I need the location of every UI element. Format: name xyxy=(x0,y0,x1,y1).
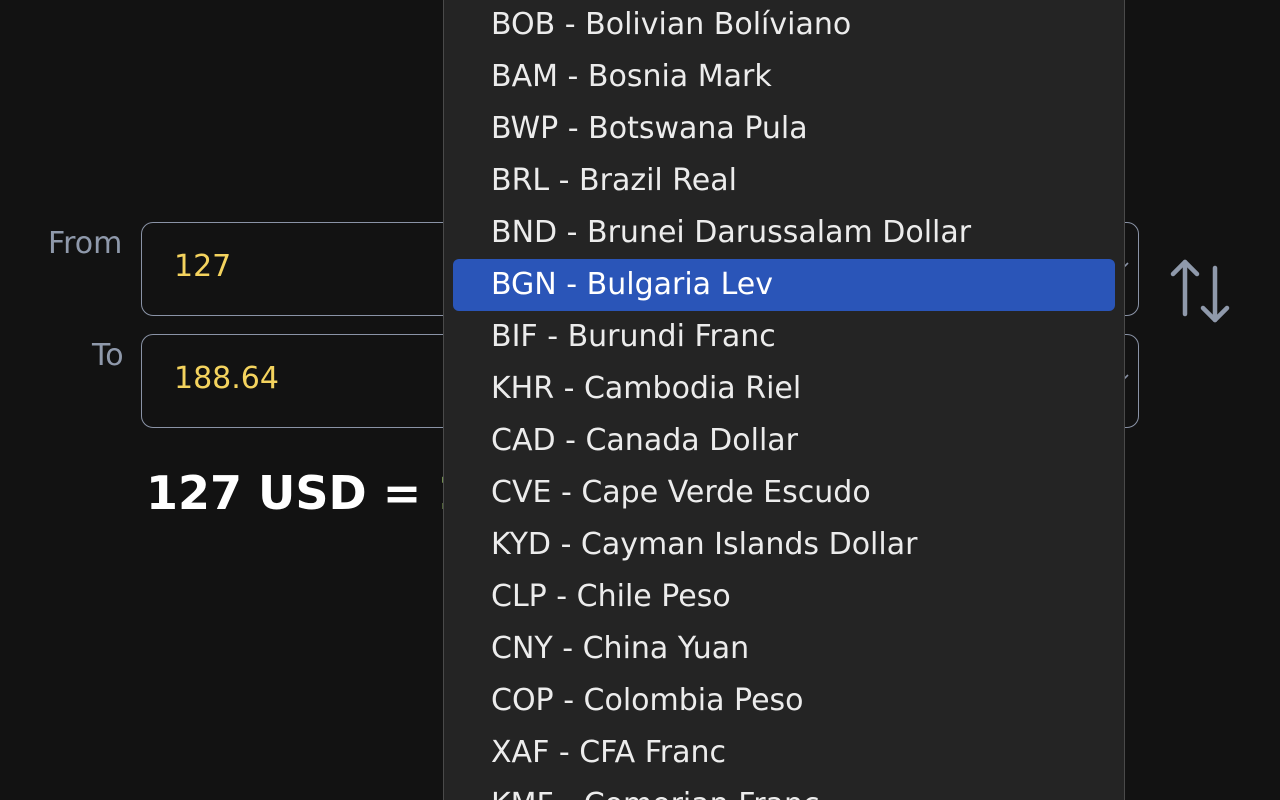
currency-option-label: COP - Colombia Peso xyxy=(491,683,804,718)
swap-vertical-arrows-icon[interactable] xyxy=(1168,256,1234,326)
currency-option-label: BWP - Botswana Pula xyxy=(491,111,808,146)
currency-option-selected[interactable]: BGN - Bulgaria Lev xyxy=(444,259,1124,311)
currency-option[interactable]: CVE - Cape Verde Escudo xyxy=(444,467,1124,519)
currency-option[interactable]: KYD - Cayman Islands Dollar xyxy=(444,519,1124,571)
currency-option[interactable]: BIF - Burundi Franc xyxy=(444,311,1124,363)
currency-option-label: CLP - Chile Peso xyxy=(491,579,731,614)
currency-option[interactable]: CAD - Canada Dollar xyxy=(444,415,1124,467)
currency-list: BOB - Bolivian Bolíviano BAM - Bosnia Mar… xyxy=(444,0,1124,800)
currency-option-label: BIF - Burundi Franc xyxy=(491,319,776,354)
result-source-amount: 127 USD = xyxy=(146,466,438,520)
currency-option-label: BAM - Bosnia Mark xyxy=(491,59,772,94)
currency-option-label: XAF - CFA Franc xyxy=(491,735,727,770)
currency-option-label: BND - Brunei Darussalam Dollar xyxy=(491,215,972,250)
currency-option-label: KMF - Comorian Franc xyxy=(491,787,820,800)
from-amount-value[interactable]: 127 xyxy=(174,249,231,284)
to-amount-value[interactable]: 188.64 xyxy=(174,361,279,396)
currency-option[interactable]: BAM - Bosnia Mark xyxy=(444,51,1124,103)
currency-option[interactable]: KHR - Cambodia Riel xyxy=(444,363,1124,415)
currency-option[interactable]: CLP - Chile Peso xyxy=(444,571,1124,623)
currency-option[interactable]: BND - Brunei Darussalam Dollar xyxy=(444,207,1124,259)
currency-option[interactable]: CNY - China Yuan xyxy=(444,623,1124,675)
currency-option-label: CVE - Cape Verde Escudo xyxy=(491,475,871,510)
currency-option-label: BGN - Bulgaria Lev xyxy=(491,267,773,302)
currency-dropdown[interactable]: BOB - Bolivian Bolíviano BAM - Bosnia Mar… xyxy=(443,0,1125,800)
currency-option-label: CAD - Canada Dollar xyxy=(491,423,799,458)
currency-option[interactable]: COP - Colombia Peso xyxy=(444,675,1124,727)
currency-option[interactable]: BWP - Botswana Pula xyxy=(444,103,1124,155)
currency-option-label: KYD - Cayman Islands Dollar xyxy=(491,527,918,562)
from-label: From xyxy=(48,226,123,261)
currency-option-label: CNY - China Yuan xyxy=(491,631,750,666)
currency-option[interactable]: BRL - Brazil Real xyxy=(444,155,1124,207)
to-label: To xyxy=(92,338,124,373)
currency-option-label: KHR - Cambodia Riel xyxy=(491,371,802,406)
currency-option-label: BRL - Brazil Real xyxy=(491,163,737,198)
currency-option[interactable]: BOB - Bolivian Bolíviano xyxy=(444,0,1124,51)
currency-option[interactable]: XAF - CFA Franc xyxy=(444,727,1124,779)
currency-converter-page: From 127 To 188.64 127 USD = 188 BOB - B… xyxy=(0,0,1280,800)
currency-option[interactable]: KMF - Comorian Franc xyxy=(444,779,1124,800)
currency-option-label: BOB - Bolivian Bolíviano xyxy=(491,7,852,42)
